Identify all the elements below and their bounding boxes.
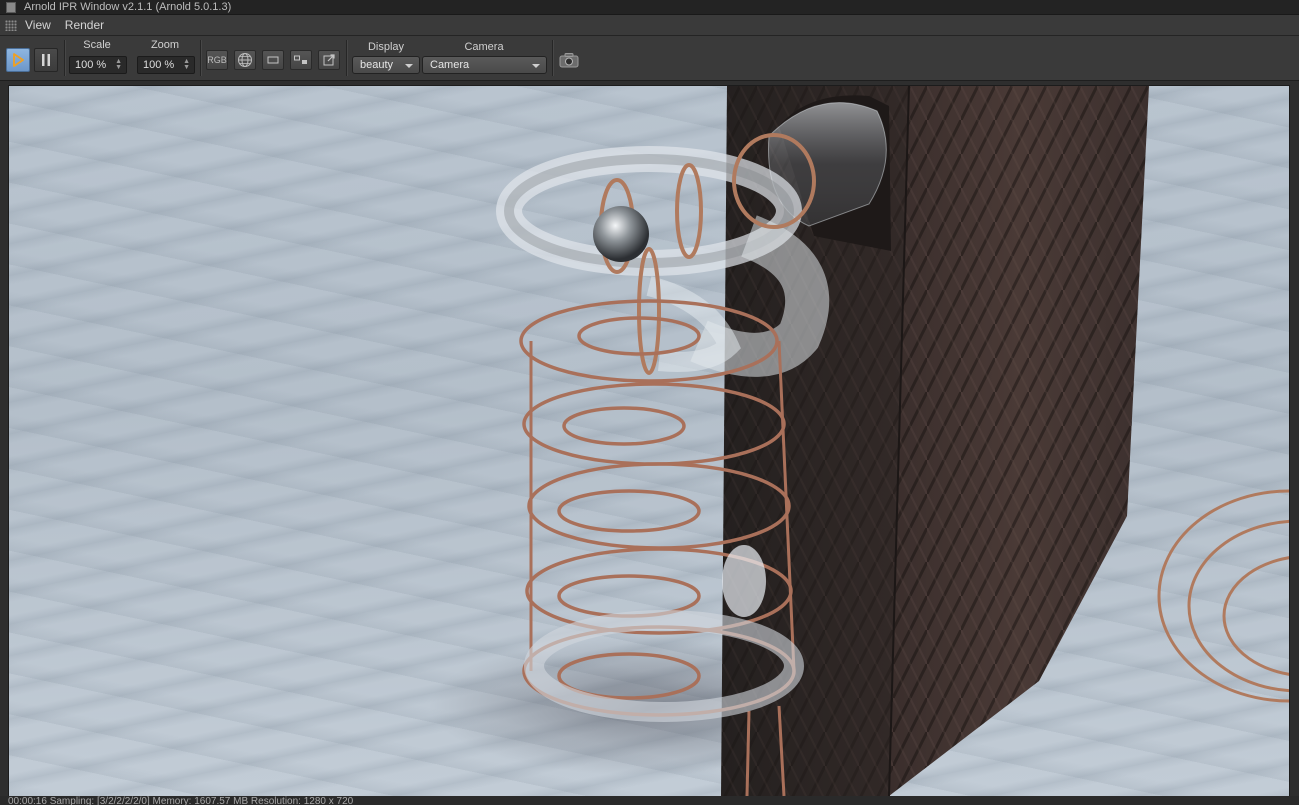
scale-spinbox[interactable]: 100 % ▲ ▼ bbox=[69, 56, 127, 74]
scale-label: Scale bbox=[83, 39, 111, 51]
title-bar: Arnold IPR Window v2.1.1 (Arnold 5.0.1.3… bbox=[0, 0, 1299, 15]
camera-icon bbox=[559, 53, 579, 68]
region-icon bbox=[267, 56, 279, 64]
toolbar-separator bbox=[200, 40, 201, 76]
menu-bar: View Render bbox=[0, 15, 1299, 36]
globe-icon bbox=[238, 53, 252, 67]
arnold-ipr-window: Arnold IPR Window v2.1.1 (Arnold 5.0.1.3… bbox=[0, 0, 1299, 805]
rgb-channel-button[interactable]: RGB bbox=[206, 50, 228, 70]
compare-button[interactable] bbox=[290, 50, 312, 70]
snapshot-button[interactable] bbox=[558, 50, 580, 70]
globe-button[interactable] bbox=[234, 50, 256, 70]
toolbar-separator bbox=[552, 40, 553, 76]
camera-label: Camera bbox=[464, 41, 504, 53]
display-value: beauty bbox=[360, 59, 394, 71]
camera-dropdown[interactable]: Camera bbox=[422, 56, 547, 74]
spin-arrows-icon[interactable]: ▲ ▼ bbox=[115, 58, 122, 71]
rgb-label: RGB bbox=[207, 55, 227, 65]
compare-icon bbox=[294, 55, 307, 64]
zoom-value: 100 % bbox=[143, 59, 175, 71]
render-image bbox=[429, 86, 1289, 796]
export-icon bbox=[323, 54, 335, 66]
pause-button[interactable] bbox=[34, 48, 58, 72]
render-viewport[interactable] bbox=[8, 85, 1290, 797]
region-button[interactable] bbox=[262, 50, 284, 70]
spin-arrows-icon[interactable]: ▲ ▼ bbox=[183, 58, 190, 71]
zoom-spinbox[interactable]: 100 % ▲ ▼ bbox=[137, 56, 195, 74]
play-icon bbox=[13, 53, 24, 67]
menu-view[interactable]: View bbox=[25, 18, 51, 32]
status-bar: 00:00:16 Sampling: [3/2/2/2/2/0] Memory:… bbox=[0, 796, 1299, 805]
scale-value: 100 % bbox=[75, 59, 107, 71]
pause-icon bbox=[42, 54, 50, 66]
status-text: 00:00:16 Sampling: [3/2/2/2/2/0] Memory:… bbox=[8, 796, 354, 805]
display-label: Display bbox=[367, 41, 405, 53]
chevron-down-icon bbox=[532, 64, 540, 68]
zoom-label: Zoom bbox=[150, 39, 180, 51]
window-title: Arnold IPR Window v2.1.1 (Arnold 5.0.1.3… bbox=[24, 1, 232, 13]
menu-render[interactable]: Render bbox=[65, 18, 104, 32]
grip-icon[interactable] bbox=[5, 19, 17, 31]
toolbar-separator bbox=[346, 40, 347, 76]
play-button[interactable] bbox=[6, 48, 30, 72]
camera-value: Camera bbox=[430, 59, 470, 71]
display-dropdown[interactable]: beauty bbox=[352, 56, 420, 74]
export-button[interactable] bbox=[318, 50, 340, 70]
toolbar-separator bbox=[64, 40, 65, 76]
chevron-down-icon bbox=[405, 64, 413, 68]
app-icon bbox=[6, 1, 16, 13]
